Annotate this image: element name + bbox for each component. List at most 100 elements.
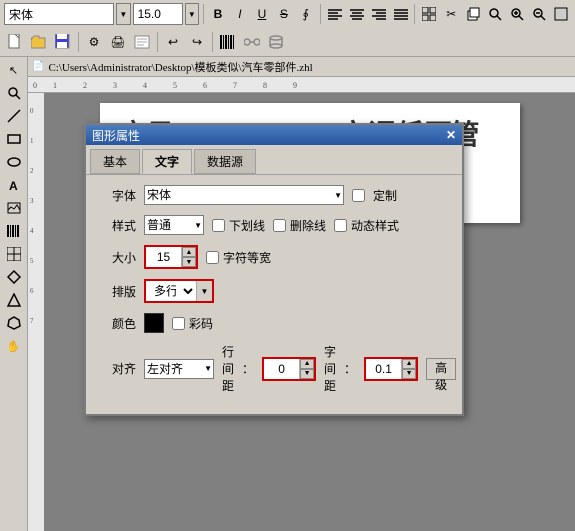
size-spin-down[interactable]: ▼ <box>182 257 196 267</box>
special-button[interactable]: ∮ <box>296 3 316 25</box>
sep4 <box>78 32 79 52</box>
svg-text:6: 6 <box>203 81 207 90</box>
linespacing-input[interactable] <box>264 359 300 379</box>
dynamic-checkbox[interactable] <box>334 219 347 232</box>
underline-checkbox[interactable] <box>212 219 225 232</box>
tab-datasource[interactable]: 数据源 <box>194 149 256 174</box>
polygon-tool[interactable] <box>3 312 25 334</box>
font-select-wrapper: 宋体 ▼ <box>144 185 344 205</box>
color-row: 颜色 彩码 <box>100 313 448 333</box>
rhombus-tool[interactable] <box>3 266 25 288</box>
cut-button[interactable]: ✂ <box>441 3 461 25</box>
underline-label: 下划线 <box>229 217 265 234</box>
barcode-tool[interactable] <box>3 220 25 242</box>
barcode-icon <box>220 35 236 49</box>
svg-text:9: 9 <box>293 81 297 90</box>
font-size-input[interactable] <box>133 3 183 25</box>
table-tool-icon <box>7 247 21 261</box>
advanced-button[interactable]: 高级 <box>426 358 456 380</box>
align-justify-button[interactable] <box>391 3 411 25</box>
align-select[interactable]: 左对齐 居中 右对齐 <box>144 359 214 379</box>
table-tool[interactable] <box>3 243 25 265</box>
ellipse-tool-icon <box>7 155 21 169</box>
svg-text:5: 5 <box>30 257 34 265</box>
rect-tool[interactable] <box>3 128 25 150</box>
size-spin-up[interactable]: ▲ <box>182 247 196 257</box>
move-tool[interactable]: ✋ <box>3 335 25 357</box>
customize-checkbox[interactable] <box>352 189 365 202</box>
zoom-tool[interactable] <box>3 82 25 104</box>
layout-select[interactable]: 多行 单行 <box>146 281 196 301</box>
align-right-button[interactable] <box>369 3 389 25</box>
tab-basic[interactable]: 基本 <box>90 149 140 174</box>
charspacing-spin-up[interactable]: ▲ <box>402 359 416 369</box>
line-tool-icon <box>7 109 21 123</box>
ellipse-tool[interactable] <box>3 151 25 173</box>
select-tool[interactable]: ↖ <box>3 59 25 81</box>
database-button[interactable] <box>265 31 287 53</box>
align-center-button[interactable] <box>347 3 367 25</box>
svg-text:7: 7 <box>233 81 237 90</box>
dialog-content: 字体 宋体 ▼ 定制 <box>86 175 462 414</box>
open-button[interactable] <box>28 31 50 53</box>
style-label: 样式 <box>100 217 136 234</box>
tab-text[interactable]: 文字 <box>142 149 192 174</box>
align-left-button[interactable] <box>325 3 345 25</box>
dynamic-label: 动态样式 <box>351 217 399 234</box>
print-button[interactable]: 🖨 <box>107 31 129 53</box>
rect-tool-icon <box>7 132 21 146</box>
colorcode-checkbox[interactable] <box>172 317 185 330</box>
image-tool[interactable] <box>3 197 25 219</box>
search-button[interactable] <box>485 3 505 25</box>
sep5 <box>157 32 158 52</box>
color-swatch[interactable] <box>144 313 164 333</box>
underline-button[interactable]: U <box>252 3 272 25</box>
connect-button[interactable] <box>241 31 263 53</box>
grid-button[interactable] <box>419 3 439 25</box>
bold-button[interactable]: B <box>208 3 228 25</box>
style-select[interactable]: 普通 <box>144 215 204 235</box>
linespacing-input-wrapper: ▲ ▼ <box>262 357 316 381</box>
zoom-in-button[interactable] <box>507 3 527 25</box>
sep6 <box>212 32 213 52</box>
strike-button[interactable]: S <box>274 3 294 25</box>
fit-button[interactable] <box>551 3 571 25</box>
undo-button[interactable]: ↩ <box>162 31 184 53</box>
align-justify-icon <box>394 8 408 20</box>
dialog-close-button[interactable]: ✕ <box>446 128 456 143</box>
align-center-icon <box>350 8 364 20</box>
new-button[interactable] <box>4 31 26 53</box>
line-tool[interactable] <box>3 105 25 127</box>
barcode-button[interactable] <box>217 31 239 53</box>
align-left-icon <box>328 8 342 20</box>
dialog-overlay: 图形属性 ✕ 基本 文字 数据源 <box>84 123 464 416</box>
svg-text:2: 2 <box>83 81 87 90</box>
text-tool-icon: A <box>7 178 21 192</box>
font-select[interactable]: 宋体 <box>144 185 344 205</box>
italic-button[interactable]: I <box>230 3 250 25</box>
grid-icon <box>422 7 436 21</box>
charspacing-input[interactable] <box>366 359 402 379</box>
sep2 <box>320 4 321 24</box>
strikethrough-checkbox[interactable] <box>273 219 286 232</box>
copy-button[interactable] <box>463 3 483 25</box>
size-input[interactable] <box>146 247 182 267</box>
linespacing-spin-up[interactable]: ▲ <box>300 359 314 369</box>
colorcode-group: 彩码 <box>172 315 213 332</box>
preview-button[interactable] <box>131 31 153 53</box>
properties-dialog: 图形属性 ✕ 基本 文字 数据源 <box>84 123 464 416</box>
font-name-dropdown[interactable]: ▼ <box>116 3 131 25</box>
zoom-out-button[interactable] <box>529 3 549 25</box>
font-name-input[interactable] <box>4 3 114 25</box>
settings-button[interactable]: ⚙ <box>83 31 105 53</box>
redo-button[interactable]: ↪ <box>186 31 208 53</box>
charwidth-checkbox[interactable] <box>206 251 219 264</box>
triangle-tool[interactable] <box>3 289 25 311</box>
charspacing-spin: ▲ ▼ <box>402 359 416 379</box>
layout-select-arrow[interactable]: ▼ <box>196 281 212 301</box>
text-tool[interactable]: A <box>3 174 25 196</box>
charspacing-spin-down[interactable]: ▼ <box>402 369 416 379</box>
linespacing-spin-down[interactable]: ▼ <box>300 369 314 379</box>
font-size-dropdown[interactable]: ▼ <box>185 3 200 25</box>
save-button[interactable] <box>52 31 74 53</box>
